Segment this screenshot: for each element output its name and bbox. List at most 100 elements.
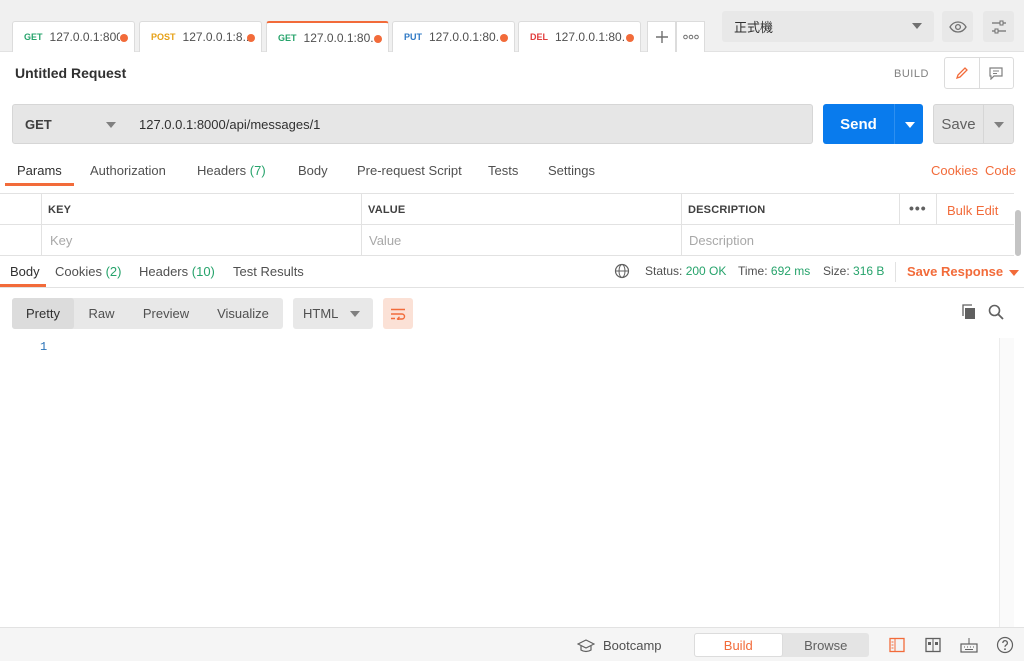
status-label: Status: (645, 264, 683, 278)
tab-url: 127.0.0.1:8... (182, 30, 253, 44)
divider (0, 287, 1024, 288)
pencil-icon (955, 67, 968, 80)
response-tab-body[interactable]: Body (10, 264, 40, 279)
save-response-label: Save Response (907, 264, 1004, 279)
response-tab-cookies-label: Cookies (55, 264, 102, 279)
line-number: 1 (40, 340, 48, 354)
tab-settings[interactable]: Settings (548, 163, 595, 178)
tab-url: 127.0.0.1:80... (429, 30, 499, 44)
edit-mode-button[interactable] (945, 58, 980, 88)
tab-params[interactable]: Params (17, 163, 62, 178)
size-value: 316 B (853, 264, 885, 278)
send-button[interactable]: Send (823, 104, 894, 144)
status-value: 200 OK (685, 264, 727, 278)
tab-headers-label: Headers (197, 163, 247, 178)
params-scrollbar[interactable] (1015, 210, 1021, 256)
divider (895, 262, 896, 282)
tab-method: PUT (404, 32, 422, 42)
bootcamp-button[interactable]: Bootcamp (577, 638, 662, 653)
tab-method: POST (151, 32, 176, 42)
send-options-button[interactable] (894, 104, 923, 144)
copy-icon[interactable] (961, 304, 977, 323)
tab-method: GET (24, 32, 43, 42)
description-input[interactable]: Description (682, 225, 754, 256)
browse-mode-button[interactable]: Browse (783, 633, 870, 657)
new-tab-button[interactable] (647, 21, 676, 52)
column-options-button[interactable]: ••• (909, 200, 927, 216)
chevron-down-icon (905, 122, 915, 128)
request-tab-4[interactable]: PUT 127.0.0.1:80... (392, 21, 515, 52)
response-view-modes: Pretty Raw Preview Visualize (12, 298, 283, 329)
visualize-mode-button[interactable]: Visualize (203, 298, 283, 329)
search-icon[interactable] (988, 304, 1004, 323)
active-tab-indicator (5, 183, 74, 186)
bulk-edit-link[interactable]: Bulk Edit (947, 203, 998, 218)
manage-environments-button[interactable] (983, 11, 1014, 42)
chevron-down-icon (912, 23, 922, 29)
plus-icon (655, 31, 668, 43)
status-bar: Bootcamp Build Browse (0, 627, 1024, 661)
help-icon[interactable] (996, 636, 1014, 654)
request-tab-bar: GET 127.0.0.1:800 POST 127.0.0.1:8... GE… (0, 0, 1024, 52)
environment-quick-look-button[interactable] (942, 11, 973, 42)
tab-body[interactable]: Body (298, 163, 328, 178)
request-tab-3-active[interactable]: GET 127.0.0.1:80... (266, 21, 389, 52)
key-input[interactable]: Key (43, 225, 72, 256)
bootcamp-label: Bootcamp (603, 638, 662, 653)
unsaved-dot-icon (120, 34, 128, 42)
request-title[interactable]: Untitled Request (15, 65, 126, 81)
request-tab-5[interactable]: DEL 127.0.0.1:80... (518, 21, 641, 52)
params-header-row: KEY VALUE DESCRIPTION ••• Bulk Edit (0, 194, 1014, 225)
more-horizontal-icon (682, 34, 699, 40)
preview-mode-button[interactable]: Preview (129, 298, 203, 329)
chevron-down-icon (1009, 269, 1020, 276)
tab-authorization[interactable]: Authorization (90, 163, 166, 178)
method-select[interactable]: GET (12, 104, 129, 144)
column-divider (936, 194, 937, 225)
tab-method: DEL (530, 32, 548, 42)
column-divider (899, 194, 900, 225)
cookies-link[interactable]: Cookies (931, 163, 978, 178)
layout-icon[interactable] (924, 636, 942, 654)
key-column-header: KEY (48, 203, 72, 216)
raw-mode-button[interactable]: Raw (74, 298, 129, 329)
keyboard-shortcuts-icon[interactable] (960, 636, 978, 654)
format-value: HTML (303, 306, 339, 321)
response-tab-headers[interactable]: Headers (10) (139, 264, 215, 279)
sliders-icon (991, 20, 1006, 33)
method-value: GET (25, 116, 52, 132)
tab-headers[interactable]: Headers (7) (197, 163, 266, 178)
value-input[interactable]: Value (362, 225, 401, 256)
status-readout: Status: 200 OK (645, 264, 726, 278)
unsaved-dot-icon (626, 34, 634, 42)
save-options-button[interactable] (984, 104, 1014, 144)
request-tab-1[interactable]: GET 127.0.0.1:800 (12, 21, 135, 52)
request-tab-2[interactable]: POST 127.0.0.1:8... (139, 21, 262, 52)
response-tab-test-results[interactable]: Test Results (233, 264, 304, 279)
format-select[interactable]: HTML (293, 298, 373, 329)
pretty-mode-button[interactable]: Pretty (12, 298, 74, 329)
build-mode-button[interactable]: Build (694, 633, 783, 657)
column-divider (681, 194, 682, 256)
comments-button[interactable] (980, 58, 1014, 88)
two-pane-view-icon[interactable] (888, 636, 906, 654)
save-response-button[interactable]: Save Response (907, 264, 1020, 279)
response-scrollbar[interactable] (999, 338, 1014, 628)
code-link[interactable]: Code (985, 163, 1016, 178)
globe-icon[interactable] (614, 263, 630, 282)
environment-select[interactable]: 正式機 (722, 11, 934, 42)
time-value: 692 ms (770, 264, 811, 278)
more-tabs-button[interactable] (676, 21, 705, 52)
tab-prerequest-script[interactable]: Pre-request Script (357, 163, 462, 178)
tab-tests[interactable]: Tests (488, 163, 518, 178)
url-input[interactable] (128, 104, 813, 144)
wrap-icon (391, 308, 406, 320)
unsaved-dot-icon (247, 34, 255, 42)
save-button[interactable]: Save (933, 104, 984, 144)
tab-method: GET (278, 32, 297, 43)
headers-count: (7) (249, 163, 266, 178)
unsaved-dot-icon (500, 34, 508, 42)
response-tab-cookies[interactable]: Cookies (2) (55, 264, 121, 279)
wrap-lines-button[interactable] (383, 298, 413, 329)
chevron-down-icon (350, 311, 360, 317)
